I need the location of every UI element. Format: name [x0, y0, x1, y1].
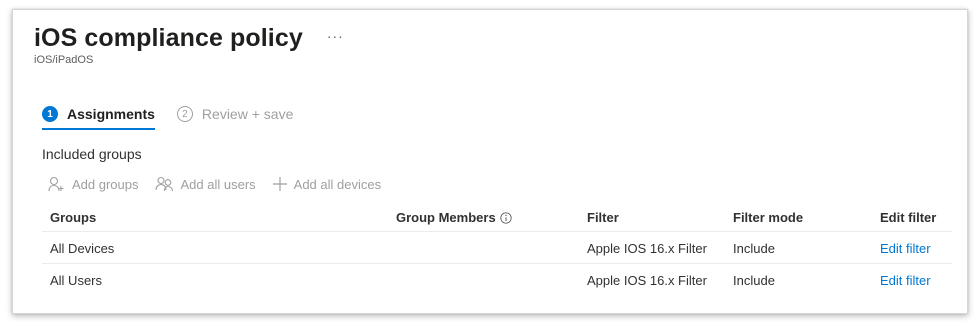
more-options-button[interactable]: ··· — [327, 28, 344, 44]
column-header-groups: Groups — [50, 210, 97, 225]
add-all-users-button[interactable]: Add all users — [154, 176, 256, 192]
edit-filter-link[interactable]: Edit filter — [880, 241, 931, 256]
step-label: Assignments — [67, 106, 155, 122]
info-icon[interactable] — [500, 211, 512, 224]
column-header-edit-filter: Edit filter — [880, 210, 937, 225]
step-label: Review + save — [201, 106, 294, 122]
edit-filter-link[interactable]: Edit filter — [880, 273, 931, 288]
policy-panel: iOS compliance policy ··· iOS/iPadOS 1 A… — [12, 9, 968, 314]
group-name: All Users — [50, 273, 103, 288]
add-all-users-label: Add all users — [180, 176, 256, 192]
add-groups-label: Add groups — [72, 176, 139, 192]
title-row: iOS compliance policy ··· — [34, 24, 344, 53]
table-header: Groups Group Members Filter Filter mode … — [42, 207, 952, 232]
table-row: All Users Apple IOS 16.x Filter Include … — [42, 264, 952, 295]
column-header-label: Group Members — [396, 210, 496, 225]
assignment-toolbar: Add groups Add all users Add all devices — [48, 176, 397, 192]
filter-mode: Include — [733, 273, 775, 288]
assignments-table: Groups Group Members Filter Filter mode … — [42, 207, 952, 295]
filter-mode: Include — [733, 241, 775, 256]
page-subtitle: iOS/iPadOS — [34, 54, 94, 66]
add-all-devices-button[interactable]: Add all devices — [272, 176, 381, 192]
group-name: All Devices — [50, 241, 115, 256]
add-groups-button[interactable]: Add groups — [48, 176, 139, 192]
step-review-save[interactable]: 2 Review + save — [176, 106, 294, 130]
step-assignments[interactable]: 1 Assignments — [42, 106, 155, 130]
included-groups-title: Included groups — [42, 146, 142, 162]
column-header-filter-mode: Filter mode — [733, 210, 804, 225]
add-all-devices-label: Add all devices — [293, 176, 382, 192]
step-number: 2 — [176, 106, 193, 122]
add-group-icon — [48, 176, 64, 192]
filter-name: Apple IOS 16.x Filter — [587, 273, 707, 288]
wizard-steps: 1 Assignments 2 Review + save — [42, 106, 293, 130]
filter-name: Apple IOS 16.x Filter — [587, 241, 707, 256]
users-icon — [154, 176, 173, 192]
table-row: All Devices Apple IOS 16.x Filter Includ… — [42, 232, 952, 264]
page-title: iOS compliance policy — [34, 24, 303, 52]
plus-icon — [272, 177, 287, 191]
column-header-filter: Filter — [587, 210, 619, 225]
step-number: 1 — [42, 106, 58, 122]
column-header-group-members: Group Members — [396, 210, 512, 225]
